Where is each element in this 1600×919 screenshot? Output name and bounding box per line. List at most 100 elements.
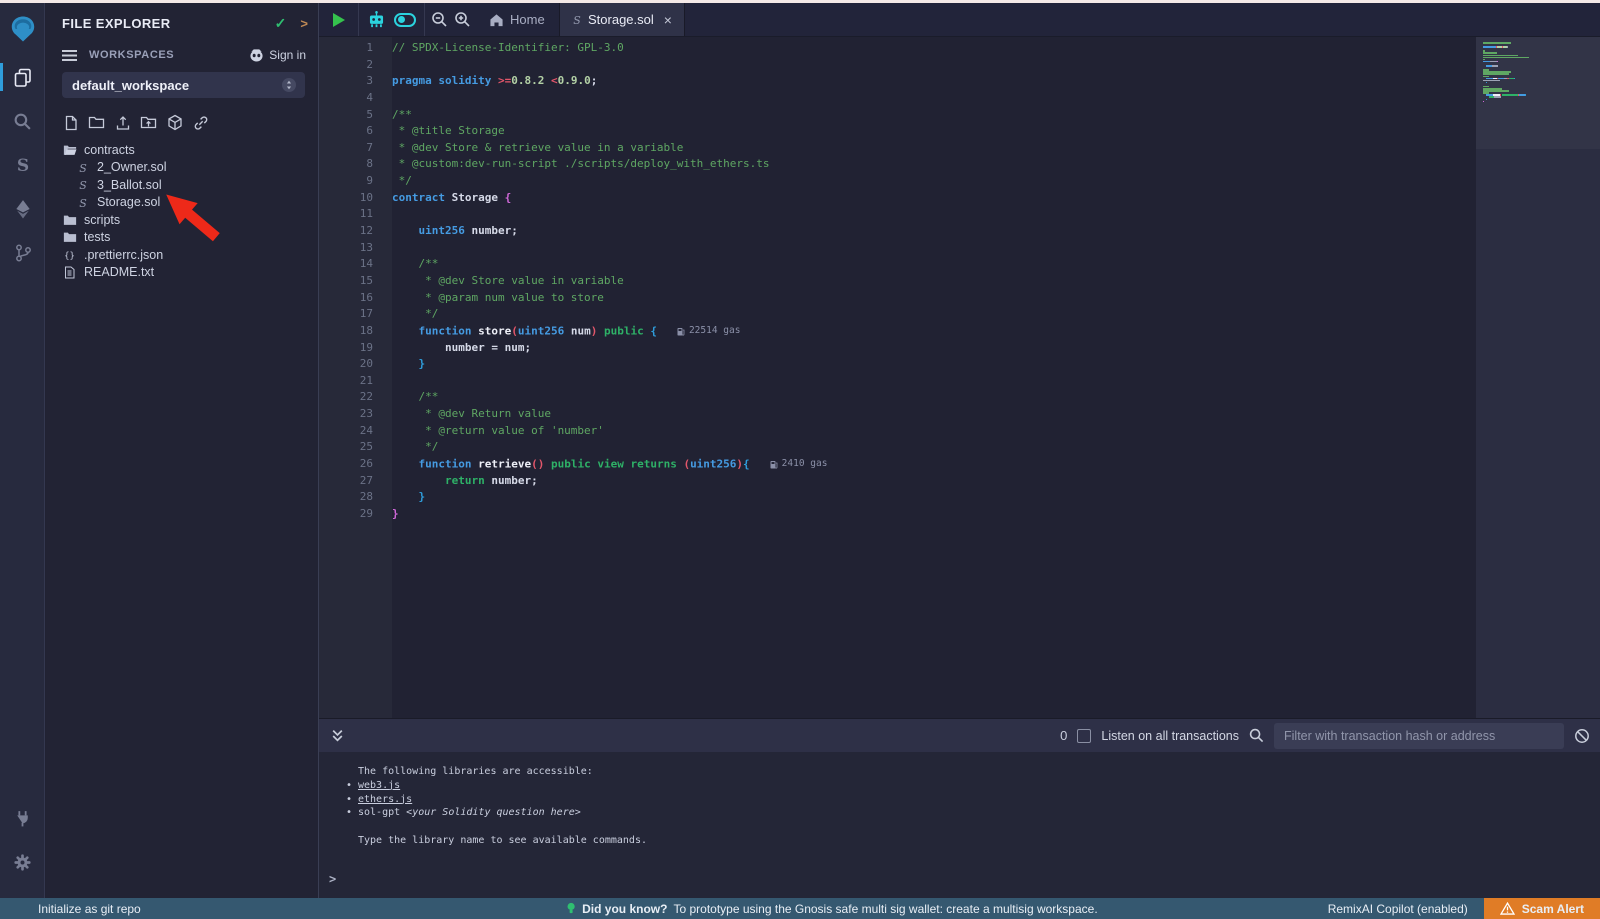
close-tab-icon[interactable]: × — [664, 12, 672, 28]
scam-alert-button[interactable]: Scam Alert — [1484, 898, 1600, 919]
zoom-in-button[interactable] — [454, 11, 471, 28]
editor-code-area[interactable]: // SPDX-License-Identifier: GPL-3.0 pragm… — [392, 37, 1476, 718]
code-editor[interactable]: 1234567891011121314151617181920212223242… — [319, 37, 1600, 718]
new-folder-icon[interactable] — [88, 114, 105, 131]
code-line-7[interactable]: * @dev Store & retrieve value in a varia… — [392, 140, 1476, 157]
workspaces-menu-icon[interactable] — [62, 49, 77, 62]
remix-logo[interactable] — [0, 3, 45, 55]
main-area: Home S Storage.sol × 1234567891011121314… — [318, 3, 1600, 898]
code-line-25[interactable]: */ — [392, 439, 1476, 456]
code-line-2[interactable] — [392, 57, 1476, 74]
code-line-12[interactable]: uint256 number; — [392, 223, 1476, 240]
code-line-1[interactable]: // SPDX-License-Identifier: GPL-3.0 — [392, 40, 1476, 57]
git-init-button[interactable]: Initialize as git repo — [0, 902, 141, 916]
link-icon[interactable] — [192, 114, 209, 131]
code-line-20[interactable]: } — [392, 356, 1476, 373]
code-line-21[interactable] — [392, 373, 1476, 390]
zoom-out-button[interactable] — [431, 11, 448, 28]
library-link[interactable]: ethers.js — [358, 794, 412, 805]
code-line-24[interactable]: * @return value of 'number' — [392, 423, 1476, 440]
transaction-filter-input[interactable] — [1274, 723, 1564, 749]
solidity-file-icon: S — [75, 161, 90, 174]
editor-gutter: 1234567891011121314151617181920212223242… — [319, 37, 392, 718]
tree-item-readme-txt[interactable]: README.txt — [46, 264, 318, 282]
panel-chevron-icon[interactable]: > — [300, 16, 308, 31]
line-number: 14 — [319, 256, 392, 273]
upload-folder-icon[interactable] — [140, 114, 157, 131]
line-number: 28 — [319, 489, 392, 506]
json-file-icon: {} — [62, 249, 77, 261]
code-line-13[interactable] — [392, 240, 1476, 257]
copilot-status[interactable]: RemixAI Copilot (enabled) — [1328, 902, 1468, 916]
code-line-27[interactable]: return number; — [392, 473, 1476, 490]
line-number: 10 — [319, 190, 392, 207]
library-link[interactable]: web3.js — [358, 780, 400, 791]
line-number: 27 — [319, 473, 392, 490]
terminal-header: 0 Listen on all transactions — [319, 718, 1600, 752]
tab-home[interactable]: Home — [477, 3, 559, 36]
sidebar-item-deploy-and-run[interactable] — [0, 187, 45, 231]
file-actions-toolbar — [46, 98, 318, 137]
code-line-5[interactable]: /** — [392, 107, 1476, 124]
sidebar-item-file-explorer[interactable] — [0, 55, 45, 99]
sidebar-item-settings[interactable] — [0, 840, 45, 884]
sidebar-item-search[interactable] — [0, 99, 45, 143]
svg-text:S: S — [573, 14, 581, 26]
code-line-6[interactable]: * @title Storage — [392, 123, 1476, 140]
tree-item-contracts[interactable]: contracts — [46, 141, 318, 159]
editor-minimap[interactable] — [1476, 37, 1600, 718]
line-number: 11 — [319, 206, 392, 223]
sidebar-item-solidity-compiler[interactable]: S — [0, 143, 45, 187]
code-line-17[interactable]: */ — [392, 306, 1476, 323]
line-number: 25 — [319, 439, 392, 456]
sidebar-item-plugin-manager[interactable] — [0, 796, 45, 840]
code-line-3[interactable]: pragma solidity >=0.8.2 <0.9.0; — [392, 73, 1476, 90]
publish-to-ipfs-icon[interactable] — [166, 114, 183, 131]
copilot-toggle[interactable] — [394, 13, 416, 27]
code-line-29[interactable]: } — [392, 506, 1476, 523]
clear-console-icon[interactable] — [1574, 728, 1590, 744]
code-line-22[interactable]: /** — [392, 389, 1476, 406]
code-line-28[interactable]: } — [392, 489, 1476, 506]
terminal-collapse-button[interactable] — [331, 729, 344, 743]
window-top-edge — [0, 0, 1600, 3]
folder-icon — [62, 214, 77, 226]
line-number: 6 — [319, 123, 392, 140]
terminal[interactable]: The following libraries are accessible:•… — [319, 752, 1600, 898]
code-line-18[interactable]: function store(uint256 num) public {2251… — [392, 323, 1476, 340]
file-explorer-icon — [13, 67, 33, 87]
code-line-10[interactable]: contract Storage { — [392, 190, 1476, 207]
tree-item-2-owner-sol[interactable]: S2_Owner.sol — [46, 159, 318, 177]
remix-ide-window: S — [0, 0, 1600, 919]
listen-all-transactions-checkbox[interactable] — [1077, 729, 1091, 743]
sidebar-item-git[interactable] — [0, 231, 45, 275]
line-number: 3 — [319, 73, 392, 90]
line-number: 16 — [319, 290, 392, 307]
terminal-prompt[interactable]: > — [329, 872, 336, 886]
code-line-23[interactable]: * @dev Return value — [392, 406, 1476, 423]
upload-file-icon[interactable] — [114, 114, 131, 131]
remixai-copilot-button[interactable] — [367, 10, 386, 29]
code-line-19[interactable]: number = num; — [392, 340, 1476, 357]
code-line-16[interactable]: * @param num value to store — [392, 290, 1476, 307]
workspace-selector[interactable]: default_workspace — [62, 72, 305, 98]
run-script-button[interactable] — [319, 3, 359, 36]
file-name: .prettierrc.json — [84, 248, 163, 262]
code-line-8[interactable]: * @custom:dev-run-script ./scripts/deplo… — [392, 156, 1476, 173]
code-line-9[interactable]: */ — [392, 173, 1476, 190]
file-name: contracts — [84, 143, 135, 157]
tab-storage-sol[interactable]: S Storage.sol × — [559, 3, 685, 36]
code-line-15[interactable]: * @dev Store value in variable — [392, 273, 1476, 290]
text-file-icon — [62, 266, 77, 279]
line-number: 19 — [319, 340, 392, 357]
zoom-in-icon — [454, 11, 471, 28]
new-file-icon[interactable] — [62, 114, 79, 131]
solidity-compiler-icon: S — [14, 155, 32, 175]
tree-item--prettierrc-json[interactable]: {} .prettierrc.json — [46, 246, 318, 264]
code-line-14[interactable]: /** — [392, 256, 1476, 273]
sign-in-button[interactable]: Sign in — [249, 48, 306, 62]
code-line-11[interactable] — [392, 206, 1476, 223]
code-line-26[interactable]: function retrieve() public view returns … — [392, 456, 1476, 473]
code-line-4[interactable] — [392, 90, 1476, 107]
solidity-file-icon: S — [75, 178, 90, 191]
